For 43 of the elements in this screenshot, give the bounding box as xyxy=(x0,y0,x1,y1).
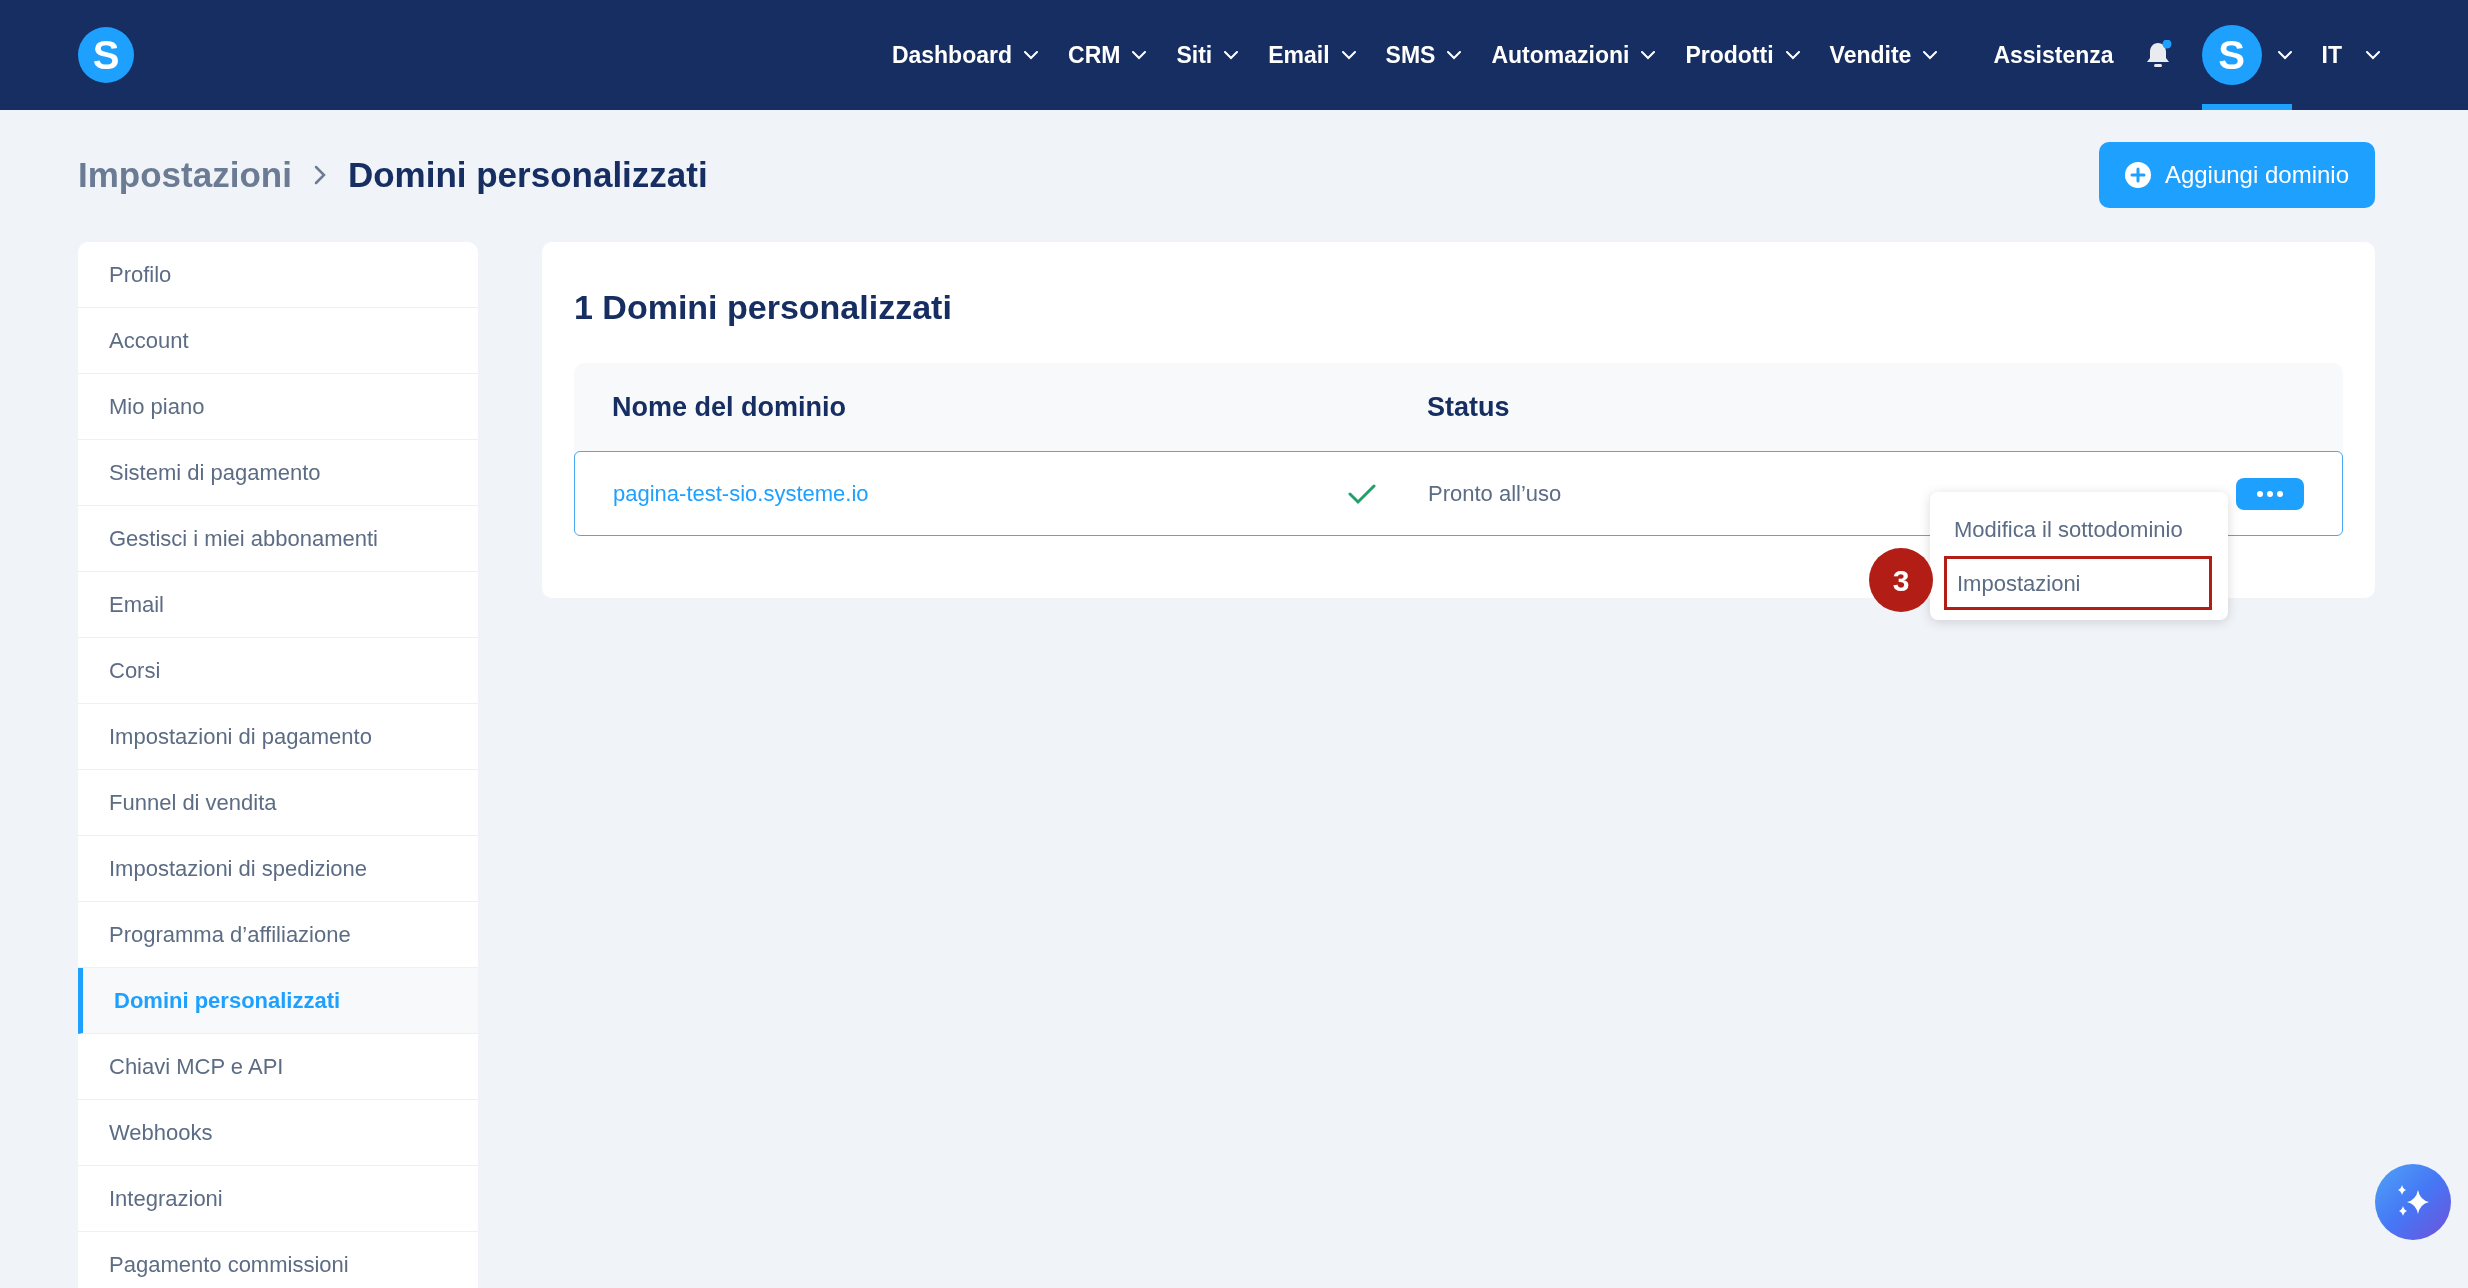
sidebar-item[interactable]: Profilo xyxy=(78,242,478,308)
ellipsis-icon xyxy=(2257,490,2283,497)
sidebar-item[interactable]: Account xyxy=(78,308,478,374)
logo[interactable]: S xyxy=(78,27,134,83)
more-options-button[interactable] xyxy=(2236,477,2304,510)
nav-menu-item[interactable]: Dashboard xyxy=(891,37,1038,73)
column-header: Nome del dominio xyxy=(612,390,847,424)
breadcrumb-link[interactable]: Impostazioni xyxy=(78,148,292,202)
language-selector[interactable]: IT xyxy=(2321,37,2380,73)
nav-menu-item[interactable]: Prodotti xyxy=(1685,37,1800,73)
status-text: Pronto all’uso xyxy=(1428,480,1562,508)
add-domain-button[interactable]: Aggiungi dominio xyxy=(2098,142,2375,208)
sidebar-item[interactable]: Sistemi di pagamento xyxy=(78,440,478,506)
menu-item[interactable]: Modifica il sottodominio xyxy=(1944,502,2214,556)
sidebar-item[interactable]: Impostazioni di spedizione xyxy=(78,836,478,902)
sidebar-item[interactable]: Pagamento commissioni xyxy=(78,1232,478,1288)
nav-menu-item[interactable]: CRM xyxy=(1068,37,1147,73)
domain-link[interactable]: pagina-test-sio.systeme.io xyxy=(613,477,1348,510)
sidebar-item[interactable]: Mio piano xyxy=(78,374,478,440)
chevron-down-icon xyxy=(2366,50,2380,60)
user-avatar[interactable]: S xyxy=(2201,25,2262,85)
chevron-down-icon xyxy=(2277,50,2292,60)
nav-menu-item[interactable]: Siti xyxy=(1176,37,1239,73)
sidebar-item[interactable]: Funnel di vendita xyxy=(78,770,478,836)
chevron-right-icon xyxy=(313,165,326,185)
sidebar-item[interactable]: Integrazioni xyxy=(78,1166,478,1232)
menu-item[interactable]: Impostazioni xyxy=(1944,556,2212,610)
nav-menu-item[interactable]: SMS xyxy=(1385,37,1462,73)
step-number-badge: 3 xyxy=(1869,548,1933,612)
nav-menu-item[interactable]: Email xyxy=(1268,37,1356,73)
sidebar-item[interactable]: Impostazioni di pagamento xyxy=(78,704,478,770)
nav-menu-item[interactable]: Automazioni xyxy=(1491,37,1656,73)
plus-circle-icon xyxy=(2124,162,2151,188)
card-title: 1 Domini personalizzati xyxy=(574,287,953,328)
sidebar-item[interactable]: Chiavi MCP e API xyxy=(78,1034,478,1100)
page-title: Domini personalizzati xyxy=(347,153,708,196)
sidebar-item[interactable]: Corsi xyxy=(78,638,478,704)
sidebar-item[interactable]: Webhooks xyxy=(78,1100,478,1166)
sidebar-item[interactable]: Email xyxy=(78,572,478,638)
nav-menu-item[interactable]: Assistenza xyxy=(1993,37,2114,73)
sidebar-item[interactable]: Gestisci i miei abbonamenti xyxy=(78,506,478,572)
column-header: Status xyxy=(1427,390,1510,424)
nav-menu-item[interactable]: Vendite xyxy=(1829,37,1938,73)
